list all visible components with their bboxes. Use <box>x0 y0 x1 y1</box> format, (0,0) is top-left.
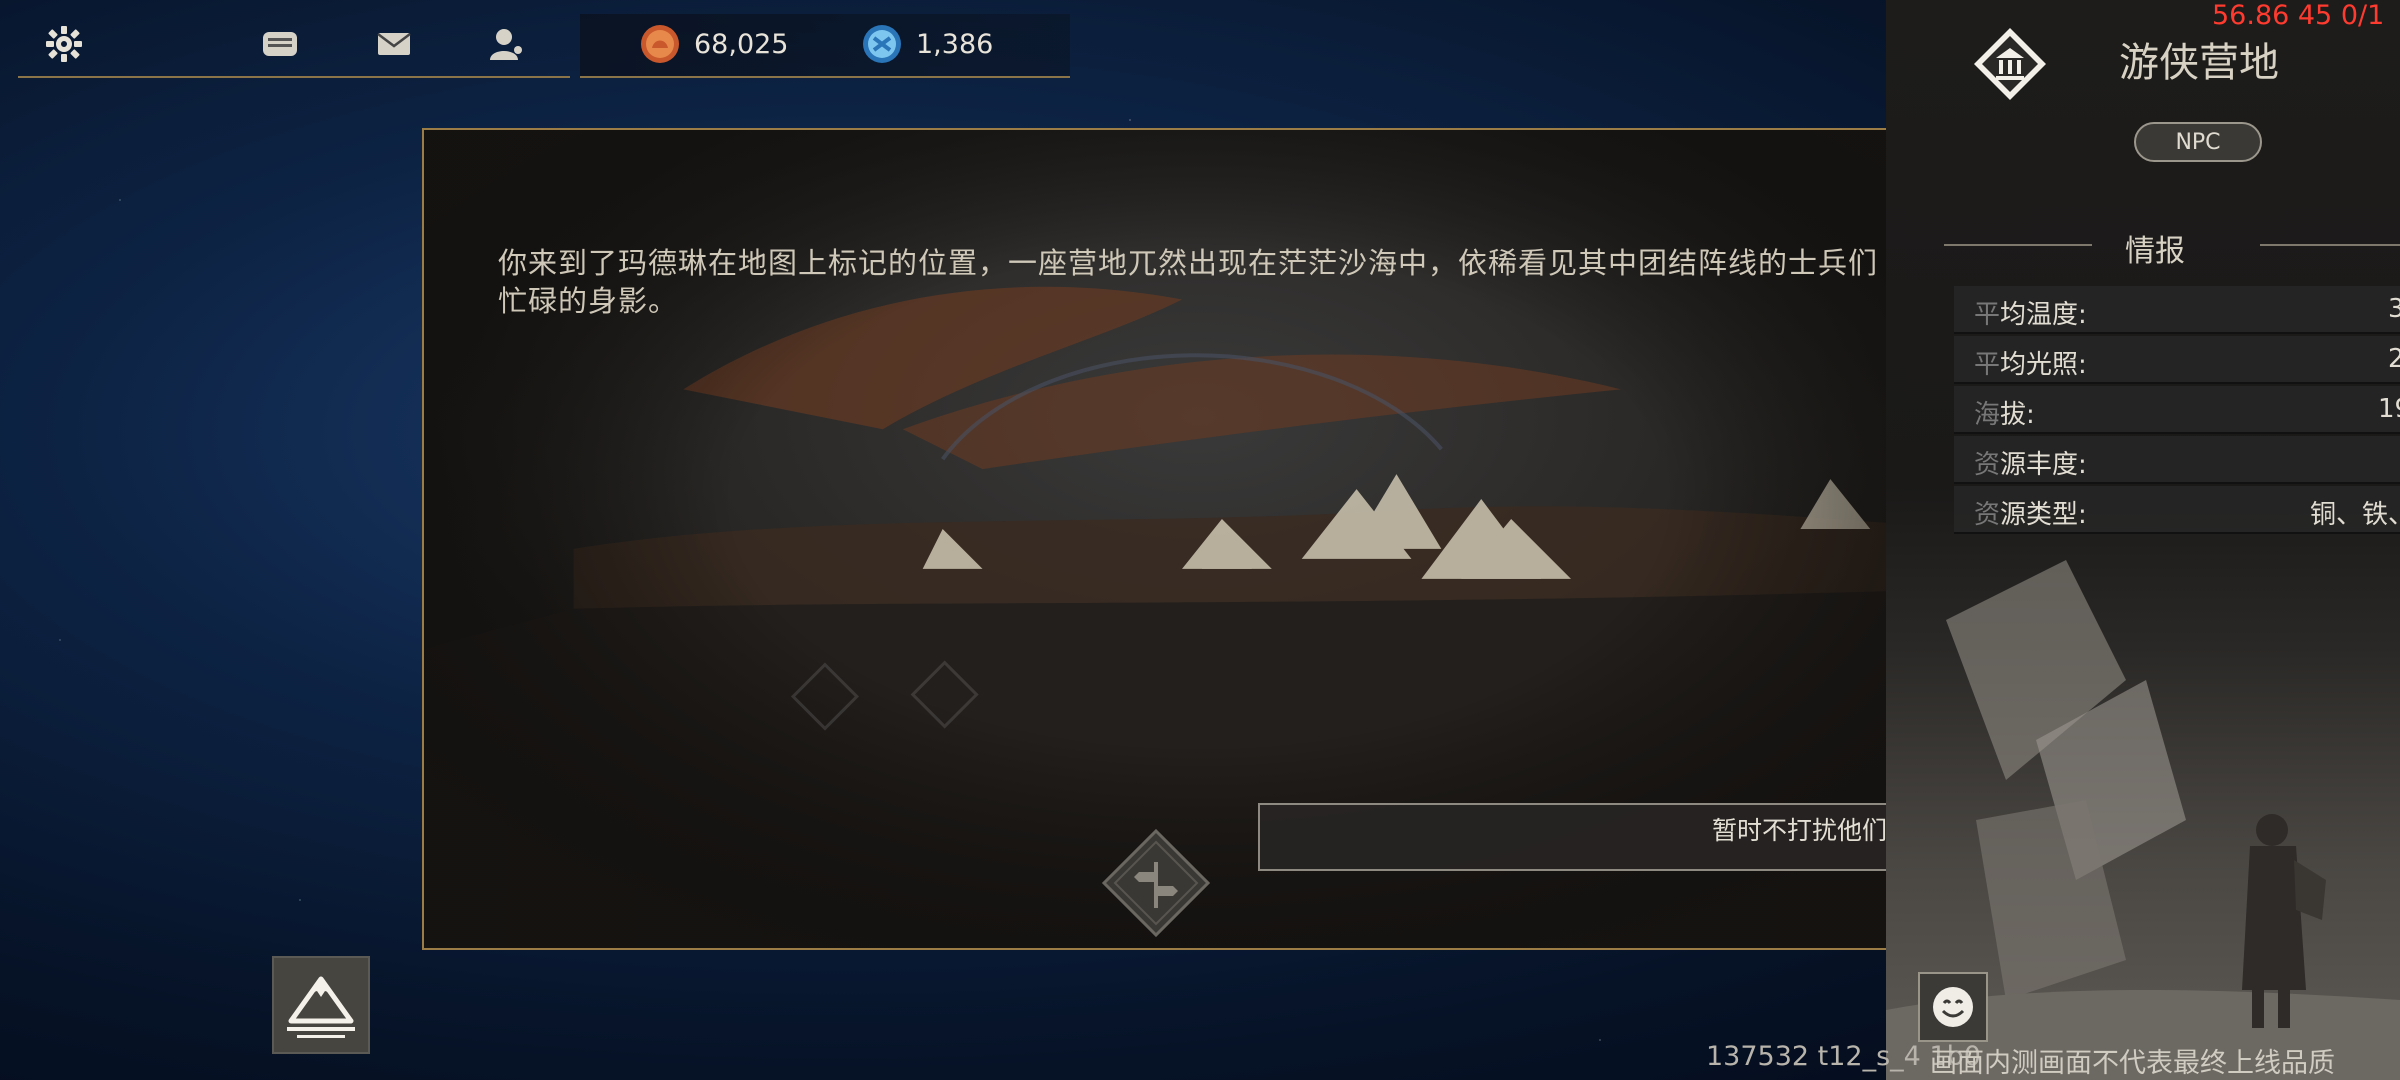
divider-left <box>1944 244 2092 246</box>
profile-icon[interactable] <box>484 22 528 66</box>
info-key: 源类型: <box>2000 500 2087 530</box>
location-info-panel: 游侠营地 NPC 情报 平均温度: 3 平均光照: 2 海拔: 19 资源丰度:… <box>1886 0 2400 1080</box>
emote-button[interactable] <box>1918 972 1988 1042</box>
info-key: 均温度: <box>2000 300 2087 330</box>
npc-badge: NPC <box>2134 122 2262 162</box>
info-row-altitude: 海拔: 19 <box>1954 386 2400 434</box>
info-row-avg-temperature: 平均温度: 3 <box>1954 286 2400 334</box>
top-bar-resources: 68,025 1,386 <box>580 14 1070 78</box>
location-title: 游侠营地 <box>2119 40 2279 86</box>
dialog-choice-button[interactable]: 暂时不打扰他们。 <box>1258 803 1934 871</box>
info-value: 3 <box>2388 294 2400 324</box>
info-value: 铜、铁、 <box>2310 500 2400 530</box>
info-row-avg-light: 平均光照: 2 <box>1954 336 2400 384</box>
mail-icon[interactable] <box>372 22 416 66</box>
info-row-resource-type: 资源类型: 铜、铁、 <box>1954 486 2400 534</box>
info-key: 均光照: <box>2000 350 2087 380</box>
gold-amount: 68,025 <box>694 28 789 60</box>
blue-gem-icon <box>863 25 901 63</box>
test-quality-notice: 画面内测画面不代表最终上线品质 <box>1930 1048 2335 1079</box>
info-value: 19 <box>2378 394 2400 424</box>
camp-emblem-icon <box>1974 28 2046 100</box>
dialog-narrative-text: 你来到了玛德琳在地图上标记的位置，一座营地兀然出现在茫茫沙海中，依稀看见其中团结… <box>498 246 1879 318</box>
chat-icon[interactable] <box>258 22 302 66</box>
smile-icon <box>1933 987 1973 1027</box>
top-bar-left <box>18 14 570 78</box>
info-key: 源丰度: <box>2000 450 2087 480</box>
info-value: 2 <box>2388 344 2400 374</box>
divider-right <box>2260 244 2400 246</box>
debug-fps-readout: 56.86 45 0/1 <box>2212 0 2385 31</box>
gear-icon[interactable] <box>42 22 86 66</box>
gem-amount: 1,386 <box>916 28 994 60</box>
gem-resource: 1,386 <box>862 22 993 66</box>
gold-coin-icon <box>641 25 679 63</box>
terrain-map-button[interactable] <box>272 956 370 1054</box>
signpost-emblem-icon <box>1101 828 1211 938</box>
info-row-resource-abundance: 资源丰度: <box>1954 436 2400 484</box>
event-dialog: 你来到了玛德琳在地图上标记的位置，一座营地兀然出现在茫茫沙海中，依稀看见其中团结… <box>422 128 1976 950</box>
intel-section-label: 情报 <box>2125 234 2185 269</box>
intel-section-header: 情报 <box>1944 226 2400 269</box>
info-key: 拔: <box>2000 400 2035 430</box>
mountain-icon <box>287 976 355 1038</box>
gold-resource: 68,025 <box>640 22 788 66</box>
